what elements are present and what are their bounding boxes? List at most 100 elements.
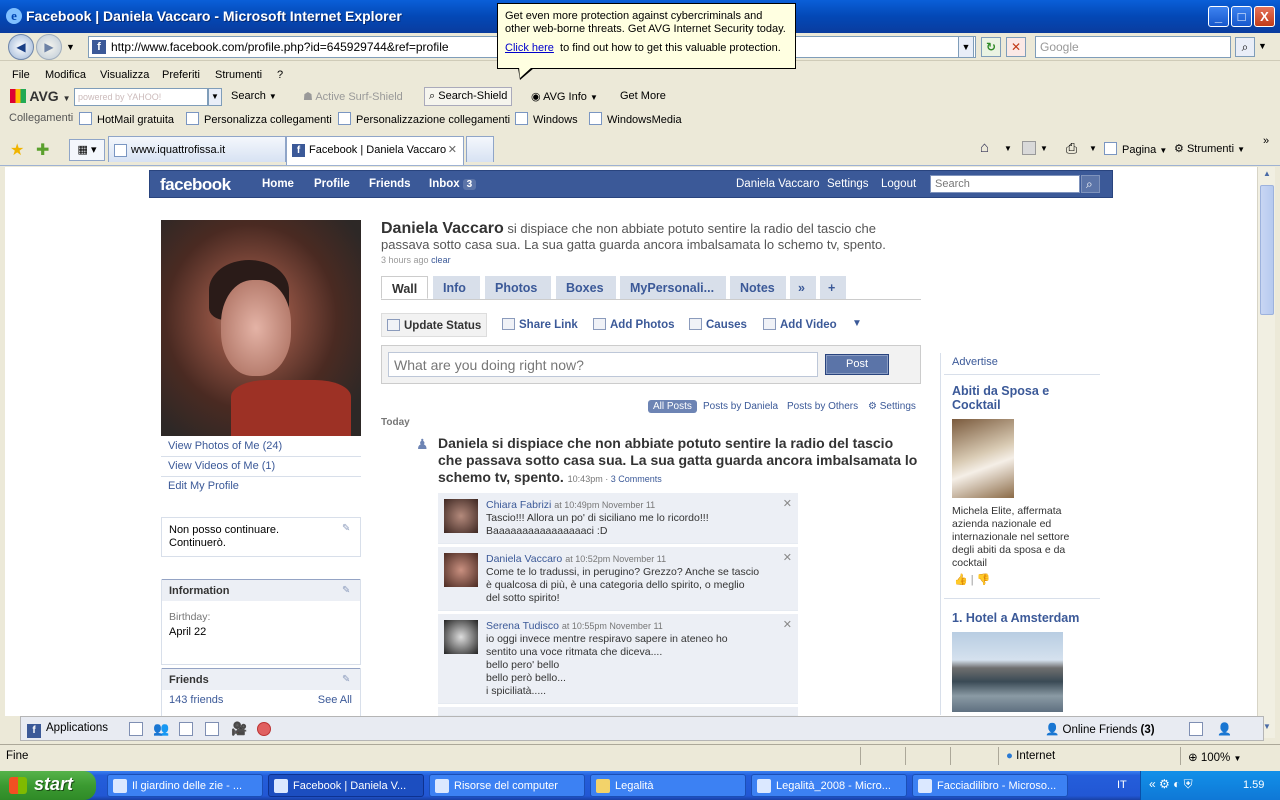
online-friends-button[interactable]: 👤 Online Friends (3) — [1045, 722, 1155, 736]
filter-settings[interactable]: ⚙ Settings — [868, 401, 916, 412]
nav-user[interactable]: Daniela Vaccaro — [736, 178, 820, 190]
rss-dropdown-icon[interactable]: ▼ — [1040, 144, 1048, 153]
fb-search-input[interactable]: Search — [930, 175, 1080, 193]
tab-notes[interactable]: Notes — [730, 276, 786, 299]
task-facciadilibro[interactable]: Facciadilibro - Microso... — [912, 774, 1068, 797]
language-indicator[interactable]: IT — [1117, 779, 1127, 791]
refresh-icon[interactable]: ↻ — [981, 37, 1001, 57]
edit-profile-link[interactable]: Edit My Profile — [168, 480, 239, 492]
filter-posts-by-daniela[interactable]: Posts by Daniela — [703, 401, 778, 412]
tooltip-link[interactable]: Click here — [505, 42, 554, 54]
friends-icon[interactable]: 👥 — [153, 722, 169, 736]
comments-link[interactable]: 3 Comments — [611, 474, 662, 484]
tab-facebook[interactable]: f Facebook | Daniela Vaccaro ✕ — [286, 136, 464, 165]
search-shield-button[interactable]: ⌕ Search-Shield — [424, 87, 513, 106]
view-videos-link[interactable]: View Videos of Me (1) — [168, 460, 275, 472]
post-button[interactable]: Post — [825, 354, 889, 375]
chat-status-icon[interactable]: 👤 — [1217, 722, 1232, 736]
task-legalita-2008[interactable]: Legalità_2008 - Micro... — [751, 774, 907, 797]
avatar[interactable] — [444, 553, 478, 587]
back-button[interactable]: ◀ — [8, 34, 34, 60]
favorites-star-icon[interactable]: ★ — [10, 140, 24, 160]
close-button[interactable]: X — [1254, 6, 1275, 27]
tab-more[interactable]: » — [790, 276, 816, 299]
edit-pencil-icon[interactable]: ✎ — [342, 524, 352, 534]
notes-icon[interactable] — [205, 722, 219, 736]
menu-file[interactable]: File — [12, 69, 30, 81]
clear-status-link[interactable]: clear — [431, 255, 451, 265]
notifications-icon[interactable] — [1189, 722, 1203, 736]
tab-info[interactable]: Info — [433, 276, 480, 299]
address-dropdown-icon[interactable]: ▼ — [958, 36, 974, 58]
nav-inbox[interactable]: Inbox 3 — [429, 178, 477, 190]
link-personalizza[interactable]: Personalizza collegamenti — [186, 112, 332, 126]
menu-strumenti[interactable]: Strumenti — [215, 69, 262, 81]
advertise-link[interactable]: Advertise — [952, 356, 998, 368]
video-icon[interactable]: 🎥 — [231, 722, 247, 736]
avatar[interactable] — [444, 620, 478, 654]
task-legalita[interactable]: Legalità — [590, 774, 746, 797]
view-photos-link[interactable]: View Photos of Me (24) — [168, 440, 282, 452]
search-options-icon[interactable]: ▼ — [1258, 41, 1267, 51]
ad2-title[interactable]: 1. Hotel a Amsterdam — [952, 611, 1097, 625]
task-giardino[interactable]: Il giardino delle zie - ... — [107, 774, 263, 797]
search-input[interactable]: Google — [1035, 36, 1231, 58]
menu-help[interactable]: ? — [277, 69, 283, 81]
comment-input-box[interactable] — [438, 707, 798, 716]
avg-info-button[interactable]: ◉ AVG Info ▼ — [531, 90, 598, 103]
status-input[interactable]: What are you doing right now? — [388, 352, 818, 377]
yahoo-search-input[interactable]: powered by YAHOO! — [74, 88, 208, 106]
avatar[interactable] — [444, 499, 478, 533]
nav-settings[interactable]: Settings — [827, 178, 869, 190]
comment-author[interactable]: Serena Tudisco — [486, 620, 559, 632]
add-photos-button[interactable]: Add Photos — [593, 318, 675, 331]
gift-icon[interactable] — [257, 722, 271, 736]
fb-search-icon[interactable]: ⌕ — [1081, 175, 1100, 193]
search-button[interactable]: Search ▼ — [231, 90, 277, 102]
tools-menu[interactable]: ⚙ Strumenti ▼ — [1174, 142, 1245, 155]
applications-button[interactable]: f Applications — [27, 722, 108, 738]
filter-posts-by-others[interactable]: Posts by Others — [787, 401, 858, 412]
edit-pencil-icon[interactable]: ✎ — [342, 675, 352, 685]
search-icon[interactable]: ⌕ — [1235, 37, 1255, 57]
nav-home[interactable]: Home — [262, 178, 294, 190]
tab-iquattrofissa[interactable]: www.iquattrofissa.it — [108, 136, 286, 162]
tab-photos[interactable]: Photos — [485, 276, 551, 299]
home-icon[interactable]: ⌂ — [980, 139, 989, 156]
delete-comment-icon[interactable]: ✕ — [783, 618, 792, 631]
yahoo-dropdown-icon[interactable]: ▼ — [208, 88, 222, 106]
minimize-button[interactable]: _ — [1208, 6, 1229, 27]
get-more-button[interactable]: Get More — [620, 90, 666, 102]
ad1-title[interactable]: Abiti da Sposa e Cocktail — [952, 384, 1092, 412]
scroll-up-icon[interactable]: ▲ — [1260, 169, 1274, 183]
rss-icon[interactable] — [1022, 141, 1036, 155]
avg-logo[interactable]: AVG ▼ — [10, 88, 71, 104]
tab-wall[interactable]: Wall — [381, 276, 428, 299]
print-dropdown-icon[interactable]: ▼ — [1089, 144, 1097, 153]
update-status-button[interactable]: Update Status — [381, 313, 488, 337]
zoom-control[interactable]: ⊕ 100% ▼ — [1188, 750, 1241, 764]
print-icon[interactable]: ⎙ — [1066, 140, 1077, 157]
see-all-friends-link[interactable]: See All — [318, 694, 352, 706]
link-windows[interactable]: Windows — [515, 112, 578, 126]
delete-comment-icon[interactable]: ✕ — [783, 551, 792, 564]
quick-tabs-icon[interactable]: ▦ ▾ — [69, 139, 105, 161]
scroll-thumb[interactable] — [1260, 185, 1274, 315]
app-icon[interactable] — [129, 722, 143, 736]
task-facebook[interactable]: Facebook | Daniela V... — [268, 774, 424, 797]
add-favorite-icon[interactable]: ✚ — [36, 140, 49, 160]
menu-modifica[interactable]: Modifica — [45, 69, 86, 81]
home-dropdown-icon[interactable]: ▼ — [1004, 144, 1012, 153]
friends-count-link[interactable]: 143 friends — [169, 694, 223, 706]
nav-logout[interactable]: Logout — [881, 178, 916, 190]
more-publisher-icon[interactable]: ▼ — [852, 318, 862, 329]
start-button[interactable]: start — [0, 771, 96, 800]
new-tab-button[interactable] — [466, 136, 494, 162]
nav-profile[interactable]: Profile — [314, 178, 350, 190]
tab-mypersonality[interactable]: MyPersonali... — [620, 276, 726, 299]
comment-author[interactable]: Chiara Fabrizi — [486, 499, 551, 511]
profile-picture[interactable] — [161, 220, 361, 436]
menu-preferiti[interactable]: Preferiti — [162, 69, 200, 81]
tray-icons[interactable]: « ⚙ ◐ ⛨ — [1149, 777, 1193, 792]
history-dropdown-icon[interactable]: ▼ — [66, 42, 75, 52]
